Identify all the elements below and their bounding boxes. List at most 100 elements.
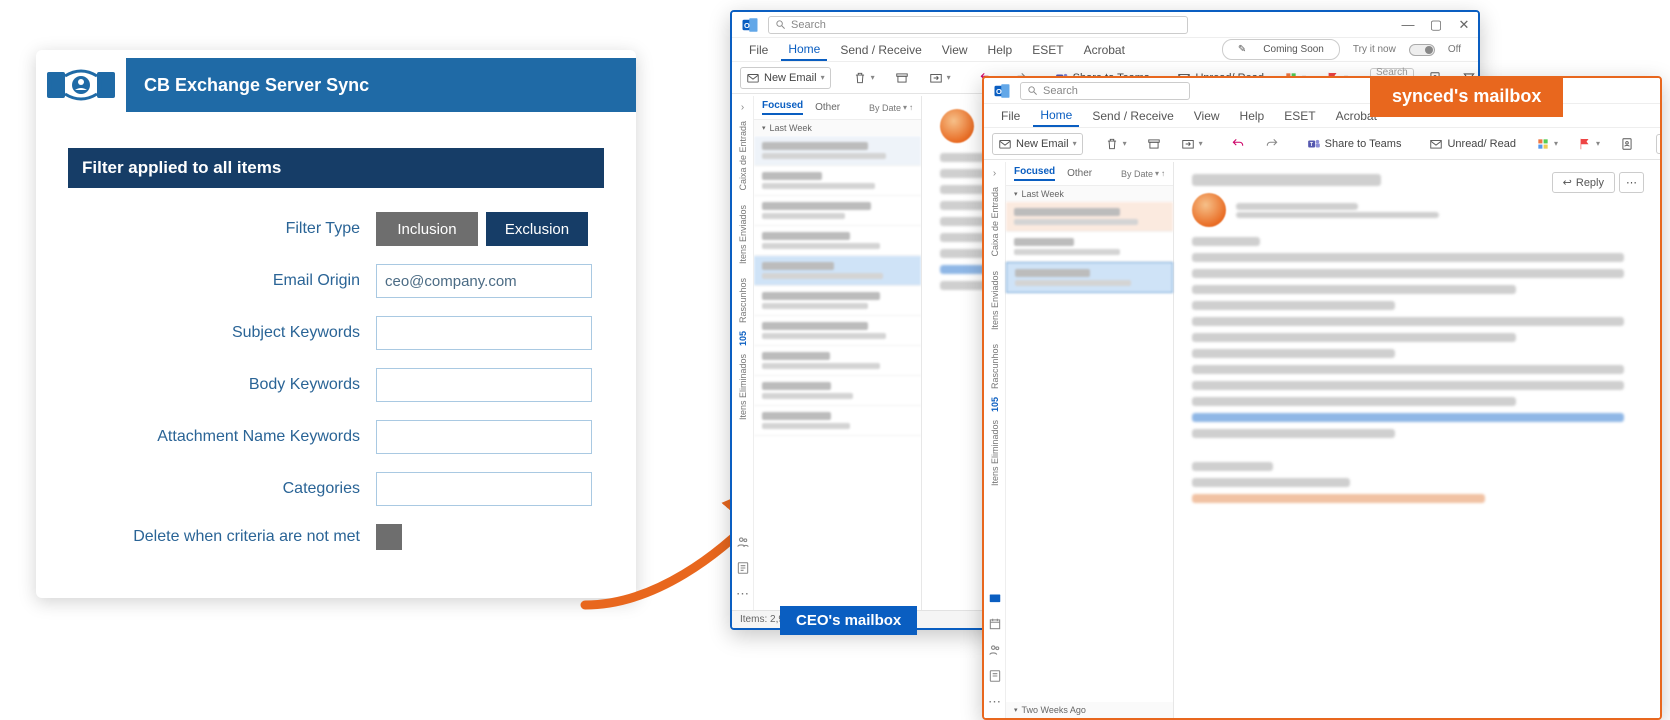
svg-text:E: E	[52, 79, 60, 93]
todo-icon[interactable]	[735, 560, 751, 576]
group-two-weeks-ago[interactable]: ▾Two Weeks Ago	[1006, 702, 1173, 718]
vtab-sent[interactable]: Itens Enviados	[738, 199, 748, 270]
vtab-inbox-2[interactable]: Caixa de Entrada	[990, 181, 1000, 263]
window-maximize-button[interactable]: ▢	[1422, 15, 1450, 35]
attachment-keywords-input[interactable]	[376, 420, 592, 454]
exclusion-button[interactable]: Exclusion	[486, 212, 588, 246]
reply-more-button[interactable]: ⋯	[1619, 172, 1644, 193]
email-origin-input[interactable]	[376, 264, 592, 298]
section-heading: Filter applied to all items	[68, 148, 604, 188]
message-item-selected-2[interactable]	[1006, 262, 1173, 293]
body-keywords-input[interactable]	[376, 368, 592, 402]
menu-file[interactable]: File	[742, 40, 775, 60]
delete-button-2[interactable]: ▾	[1099, 133, 1133, 155]
group-last-week[interactable]: ▾Last Week	[754, 120, 921, 136]
outlook-body-2: › Caixa de Entrada Itens Enviados Rascun…	[984, 162, 1660, 718]
label-body-keywords: Body Keywords	[36, 376, 376, 394]
share-to-teams-button-2[interactable]: T Share to Teams	[1301, 133, 1408, 155]
message-item[interactable]	[754, 286, 921, 316]
outlook-logo-icon: O	[738, 15, 762, 35]
search-people-input-2[interactable]: Search People	[1656, 134, 1660, 154]
try-it-now-toggle[interactable]	[1409, 44, 1435, 56]
tab-focused-2[interactable]: Focused	[1014, 166, 1055, 181]
message-item-2[interactable]	[1006, 202, 1173, 232]
message-item[interactable]	[754, 226, 921, 256]
archive-button-2[interactable]	[1141, 133, 1167, 155]
delete-button[interactable]: ▾	[847, 67, 881, 89]
tab-other[interactable]: Other	[815, 102, 840, 113]
vtab-deleted-2[interactable]: Itens Eliminados	[990, 414, 1000, 492]
folder-collapse-button-2[interactable]: ›	[993, 168, 996, 179]
new-email-button-2[interactable]: New Email▾	[992, 133, 1083, 155]
message-item[interactable]	[754, 346, 921, 376]
unread-read-button-2[interactable]: Unread/ Read	[1423, 133, 1522, 155]
flag-button-2[interactable]: ▾	[1572, 133, 1606, 155]
nav-more-button[interactable]: ⋯	[735, 586, 751, 602]
menu-view[interactable]: View	[935, 40, 975, 60]
titlebar-search-input[interactable]: Search	[768, 16, 1188, 34]
menu-eset-2[interactable]: ESET	[1277, 106, 1322, 126]
categorize-button-2[interactable]: ▾	[1530, 133, 1564, 155]
reply-button[interactable]: ↩Reply	[1552, 172, 1615, 193]
archive-button[interactable]	[889, 67, 915, 89]
label-attachment-keywords: Attachment Name Keywords	[36, 428, 376, 446]
todo-icon-2[interactable]	[987, 668, 1003, 684]
ribbon-2: New Email▾ ▾ ▾ T Share to Teams Unread/ …	[984, 128, 1660, 160]
message-item[interactable]	[754, 136, 921, 166]
tab-focused[interactable]: Focused	[762, 100, 803, 115]
window-close-button[interactable]: ✕	[1450, 15, 1478, 35]
filter-type-segment: Inclusion Exclusion	[376, 212, 588, 246]
message-item-selected[interactable]	[754, 256, 921, 286]
card-header: E E CB Exchange Server Sync	[36, 50, 636, 120]
delete-unmatched-checkbox[interactable]	[376, 524, 402, 550]
calendar-icon[interactable]	[987, 616, 1003, 632]
menu-eset[interactable]: ESET	[1025, 40, 1070, 60]
vtab-inbox[interactable]: Caixa de Entrada	[738, 115, 748, 197]
nav-more-button-2[interactable]: ⋯	[987, 694, 1003, 710]
message-item[interactable]	[754, 196, 921, 226]
message-list: Focused Other By Date▾↑ ▾Last Week	[754, 96, 922, 610]
toggle-off-label: Off	[1441, 41, 1468, 58]
vtab-sent-2[interactable]: Itens Enviados	[990, 265, 1000, 336]
categories-input[interactable]	[376, 472, 592, 506]
message-item[interactable]	[754, 406, 921, 436]
message-item-2[interactable]	[1006, 232, 1173, 262]
new-email-button[interactable]: New Email▾	[740, 67, 831, 89]
subject-keywords-input[interactable]	[376, 316, 592, 350]
folder-strip: › Caixa de Entrada Itens Enviados Rascun…	[732, 96, 754, 610]
window-minimize-button[interactable]: —	[1394, 15, 1422, 35]
folder-collapse-button[interactable]: ›	[741, 102, 744, 113]
group-last-week-2[interactable]: ▾Last Week	[1006, 186, 1173, 202]
menu-send-receive-2[interactable]: Send / Receive	[1085, 106, 1180, 126]
menu-home[interactable]: Home	[781, 39, 827, 61]
vtab-drafts-2[interactable]: Rascunhos	[990, 338, 1000, 395]
menu-view-2[interactable]: View	[1187, 106, 1227, 126]
synced-mailbox-badge: synced's mailbox	[1370, 76, 1563, 117]
inclusion-button[interactable]: Inclusion	[376, 212, 478, 246]
message-item[interactable]	[754, 376, 921, 406]
undo-button-2[interactable]	[1225, 133, 1251, 155]
vtab-deleted[interactable]: Itens Eliminados	[738, 348, 748, 426]
menu-help-2[interactable]: Help	[1233, 106, 1272, 126]
mail-icon[interactable]	[987, 590, 1003, 606]
label-email-origin: Email Origin	[36, 272, 376, 290]
sort-by-date-2[interactable]: By Date▾↑	[1121, 169, 1165, 179]
menu-help[interactable]: Help	[981, 40, 1020, 60]
message-item[interactable]	[754, 316, 921, 346]
titlebar-search-input-2[interactable]: Search	[1020, 82, 1190, 100]
address-book-button-2[interactable]	[1614, 133, 1640, 155]
people-icon[interactable]	[735, 534, 751, 550]
svg-text:O: O	[996, 87, 1002, 96]
redo-button-2[interactable]	[1259, 133, 1285, 155]
menu-send-receive[interactable]: Send / Receive	[833, 40, 928, 60]
move-button-2[interactable]: ▾	[1175, 133, 1209, 155]
menu-home-2[interactable]: Home	[1033, 105, 1079, 127]
tab-other-2[interactable]: Other	[1067, 168, 1092, 179]
move-button[interactable]: ▾	[923, 67, 957, 89]
vtab-drafts[interactable]: Rascunhos	[738, 272, 748, 329]
menu-acrobat[interactable]: Acrobat	[1077, 40, 1132, 60]
sort-by-date[interactable]: By Date▾↑	[869, 103, 913, 113]
people-icon-2[interactable]	[987, 642, 1003, 658]
message-item[interactable]	[754, 166, 921, 196]
menu-file-2[interactable]: File	[994, 106, 1027, 126]
